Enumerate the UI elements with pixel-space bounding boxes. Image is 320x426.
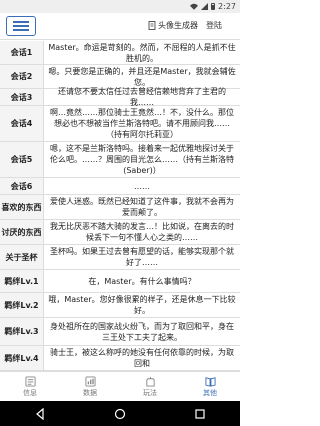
row-label: 关于圣杯 bbox=[0, 245, 44, 269]
table-row: 会话6 …… bbox=[0, 178, 240, 195]
nav-label: 数据 bbox=[83, 388, 97, 397]
status-bar: 2:27 bbox=[0, 0, 240, 13]
table-row: 关于圣杯 圣杯吗。如果王过去曾有愿望的话，能够实现那个就好了…… bbox=[0, 245, 240, 270]
row-text: 嗯，这不是兰斯洛特吗。接着来一起优雅地探讨关于伦么吧。……？周围的目光怎么……（… bbox=[50, 144, 234, 175]
row-label: 羁绊Lv.2 bbox=[0, 293, 44, 317]
avatar-generator-label: 头像生成器 bbox=[158, 21, 198, 30]
row-text: 在，Master。有什么事情吗？ bbox=[88, 276, 196, 286]
app-header: 头像生成器 登陆 bbox=[0, 13, 240, 40]
status-icons: 2:27 bbox=[190, 2, 236, 11]
table-row: 喜欢的东西 爱使人迷惑。既然已经知道了这件事，我就不会再为爱而颠了。 bbox=[0, 195, 240, 220]
table-row: 羁绊Lv.1 在，Master。有什么事情吗？ bbox=[0, 270, 240, 293]
avatar-generator-icon bbox=[148, 21, 156, 30]
row-text: 我无比厌恶不踏大骑的发言…！比如说，在离去的时候丢下一句不懂人心之类的…… bbox=[50, 222, 234, 242]
row-text: 身处祖所在的国家战火纷飞，而为了取回和平，身在三王处下工夫了起来。 bbox=[50, 321, 234, 342]
menu-icon-line bbox=[13, 25, 29, 27]
row-label: 讨厌的东西 bbox=[0, 220, 44, 244]
wifi-icon bbox=[190, 3, 199, 10]
play-icon bbox=[145, 376, 155, 387]
row-text: 啊…竟然……那位骑士王竟然…！不，没什么。那位想必也不想被当作兰斯洛特吧。请不用… bbox=[50, 108, 234, 139]
signal-icon bbox=[201, 3, 209, 10]
home-icon[interactable] bbox=[114, 408, 126, 420]
table-row: 羁绊Lv.3 身处祖所在的国家战火纷飞，而为了取回和平，身在三王处下工夫了起来。 bbox=[0, 318, 240, 346]
row-label: 会话1 bbox=[0, 41, 44, 64]
nav-label: 其他 bbox=[203, 388, 217, 397]
row-text: 圣杯吗。如果王过去曾有愿望的话，能够实现那个就好了…… bbox=[50, 247, 234, 267]
other-icon bbox=[204, 376, 216, 387]
row-text: 嗯。只要您是正确的，并且还是Master，我就会辅佐您。 bbox=[48, 66, 236, 87]
info-icon bbox=[24, 375, 36, 387]
nav-label: 信息 bbox=[23, 388, 37, 397]
row-text: Master。命运是苛刻的。然而，不屈程的人是抓不住胜机的。 bbox=[48, 42, 236, 63]
menu-icon-line bbox=[13, 29, 29, 31]
nav-item-play[interactable]: 玩法 bbox=[120, 372, 180, 401]
row-label: 会话6 bbox=[0, 178, 44, 194]
battery-icon bbox=[211, 3, 216, 10]
bottom-nav: 信息 数据 玩法 其他 bbox=[0, 371, 240, 401]
row-text: …… bbox=[134, 181, 150, 191]
row-label: 会话2 bbox=[0, 65, 44, 88]
table-row: 会话4 啊…竟然……那位骑士王竟然…！不，没什么。那位想必也不想被当作兰斯洛特吧… bbox=[0, 106, 240, 142]
row-text: 还请您不要太信任过去曾经信赖地背弃了主君的我…… bbox=[58, 87, 226, 107]
login-link[interactable]: 登陆 bbox=[206, 20, 222, 31]
menu-icon-line bbox=[13, 21, 29, 23]
row-label: 喜欢的东西 bbox=[0, 195, 44, 219]
table-row: 讨厌的东西 我无比厌恶不踏大骑的发言…！比如说，在离去的时候丢下一句不懂人心之类… bbox=[0, 220, 240, 245]
row-text: 爱使人迷惑。既然已经知道了这件事，我就不会再为爱而颠了。 bbox=[50, 197, 234, 217]
row-label: 羁绊Lv.4 bbox=[0, 346, 44, 370]
table-row: 会话5 嗯，这不是兰斯洛特吗。接着来一起优雅地探讨关于伦么吧。……？周围的目光怎… bbox=[0, 142, 240, 178]
back-icon[interactable] bbox=[34, 407, 46, 420]
voice-lines-table: 会话1 Master。命运是苛刻的。然而，不屈程的人是抓不住胜机的。 会话2 嗯… bbox=[0, 41, 240, 371]
row-text: 哦，Master。您好像很累的样子，还是休息一下比较好。 bbox=[48, 295, 236, 315]
nav-label: 玩法 bbox=[143, 388, 157, 397]
row-label: 羁绊Lv.1 bbox=[0, 270, 44, 292]
system-nav-bar bbox=[0, 401, 240, 426]
table-row: 羁绊Lv.2 哦，Master。您好像很累的样子，还是休息一下比较好。 bbox=[0, 293, 240, 318]
table-row: 羁绊Lv.4 骑士王，被这么称呼的她没有任何依靠的时候，为取回和 bbox=[0, 346, 240, 371]
status-time: 2:27 bbox=[218, 2, 236, 11]
nav-item-info[interactable]: 信息 bbox=[0, 372, 60, 401]
menu-button[interactable] bbox=[6, 16, 36, 36]
row-label: 羁绊Lv.3 bbox=[0, 318, 44, 345]
avatar-generator-link[interactable]: 头像生成器 bbox=[148, 20, 198, 31]
table-row: 会话1 Master。命运是苛刻的。然而，不屈程的人是抓不住胜机的。 bbox=[0, 41, 240, 65]
nav-item-data[interactable]: 数据 bbox=[60, 372, 120, 401]
row-label: 会话5 bbox=[0, 142, 44, 177]
recents-icon[interactable] bbox=[194, 408, 206, 420]
nav-item-other[interactable]: 其他 bbox=[180, 372, 240, 401]
row-label: 会话4 bbox=[0, 106, 44, 141]
row-text: 骑士王，被这么称呼的她没有任何依靠的时候，为取回和 bbox=[50, 348, 234, 368]
data-icon bbox=[84, 375, 96, 387]
table-row: 会话3 还请您不要太信任过去曾经信赖地背弃了主君的我…… bbox=[0, 87, 240, 107]
row-label: 会话3 bbox=[0, 89, 44, 105]
